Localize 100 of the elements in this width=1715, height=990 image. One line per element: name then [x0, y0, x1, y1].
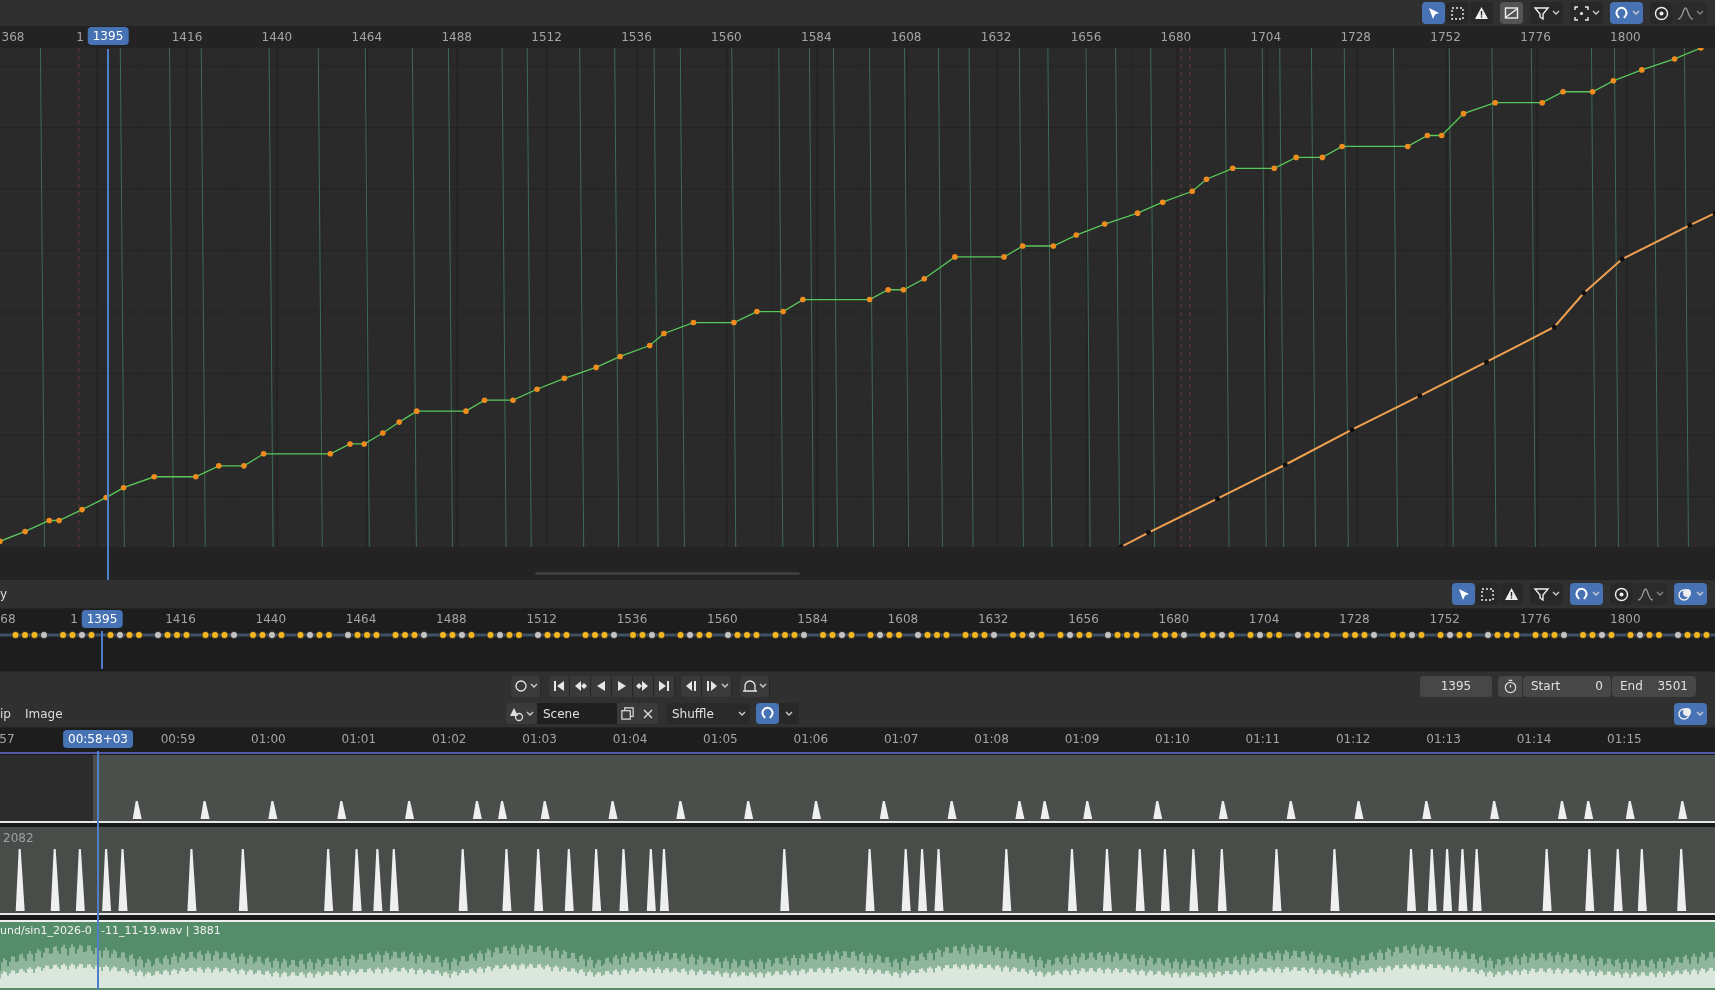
play-button[interactable]	[612, 675, 632, 697]
new-scene-button[interactable]	[617, 703, 638, 724]
ruler-label: 1584	[797, 612, 828, 626]
ruler-label: 1512	[531, 30, 562, 44]
ruler-label: 01:01	[341, 732, 377, 746]
ruler-label: 01:07	[883, 732, 919, 746]
snap-button[interactable]	[1570, 583, 1603, 605]
close-icon	[642, 707, 654, 720]
dropdown-button[interactable]	[779, 703, 799, 724]
overlay-button[interactable]	[1674, 583, 1707, 605]
record-button[interactable]	[511, 675, 540, 697]
menu-item[interactable]: ip	[0, 706, 11, 721]
ruler-label: 01:14	[1516, 732, 1552, 746]
filter-icon	[1533, 4, 1550, 22]
ruler-label: 00:59	[160, 732, 196, 746]
ruler-label: 1560	[711, 30, 742, 44]
ruler-label: 01:08	[974, 732, 1009, 746]
caret-icon	[738, 710, 746, 717]
falloff-button[interactable]	[1674, 2, 1707, 24]
ruler-label: 1728	[1340, 30, 1371, 44]
ruler-label: 1536	[621, 30, 652, 44]
filter-button[interactable]	[1530, 2, 1563, 24]
ruler-label: 01:03	[522, 732, 557, 746]
box-select-icon	[1449, 4, 1466, 22]
stopwatch-button[interactable]	[1498, 675, 1522, 697]
ruler-label: 1632	[980, 30, 1012, 44]
snap-button[interactable]	[756, 703, 779, 724]
record-icon	[513, 678, 529, 694]
dropdown-value: Shuffle	[672, 706, 714, 721]
next-key-button[interactable]	[633, 675, 653, 697]
menu-item[interactable]: Image	[24, 706, 63, 721]
falloff-button[interactable]	[1634, 583, 1667, 605]
pivot-button[interactable]	[1570, 2, 1603, 24]
current-frame-marker[interactable]: 1395	[87, 27, 129, 45]
ruler-label: 1776	[1519, 612, 1551, 626]
close-button[interactable]	[638, 703, 658, 724]
ruler-label: 1728	[1339, 612, 1370, 626]
ruler-label: 57	[0, 732, 15, 746]
ruler-label: 1584	[801, 30, 832, 44]
ruler-label: 01:11	[1245, 732, 1281, 746]
pivot-icon	[1573, 4, 1590, 22]
overlay-icon	[1677, 705, 1694, 722]
scene-browse-button[interactable]	[506, 703, 537, 724]
ruler-label: 1560	[707, 612, 738, 626]
filter-button[interactable]	[1530, 583, 1563, 605]
prev-key-button[interactable]	[570, 675, 590, 697]
ruler-label: 1656	[1070, 30, 1102, 44]
auto-key-button[interactable]	[740, 675, 769, 697]
warning-icon	[1503, 585, 1520, 603]
select-button[interactable]	[1452, 583, 1475, 605]
ruler-label: 1656	[1068, 612, 1099, 626]
ruler-label: 1608	[887, 612, 919, 626]
stopwatch-icon	[1502, 678, 1518, 694]
sequencer-strip[interactable]: und/sin1_2026-0 -11_11-19.wav | 3881	[0, 920, 1715, 990]
ruler-label: 1416	[165, 612, 196, 626]
proportional-button[interactable]	[1610, 583, 1633, 605]
start-frame-field[interactable]: Start 0	[1523, 675, 1611, 697]
next-marker-button[interactable]	[702, 675, 731, 697]
ruler-label: 1464	[351, 30, 383, 44]
ruler-label: 1704	[1248, 612, 1280, 626]
keying-dropdown[interactable]: Shuffle	[666, 703, 750, 724]
caret-icon	[1696, 10, 1704, 16]
warning-button[interactable]	[1500, 583, 1523, 605]
ruler-label: 01:12	[1335, 732, 1371, 746]
normalize-icon	[1503, 4, 1520, 22]
proportional-button[interactable]	[1650, 2, 1673, 24]
warning-button[interactable]	[1470, 2, 1493, 24]
ruler-label: 1536	[616, 612, 648, 626]
box-select-button[interactable]	[1446, 2, 1469, 24]
ruler-label: 01:15	[1607, 732, 1642, 746]
scene-field[interactable]: Scene	[537, 703, 617, 724]
jump-end-button[interactable]	[654, 675, 674, 697]
menu-label[interactable]: y	[0, 587, 8, 601]
snap-button[interactable]	[1610, 2, 1643, 24]
caret-icon	[721, 683, 729, 689]
field-label: Start	[1531, 679, 1561, 693]
normalize-button[interactable]	[1500, 2, 1523, 24]
ruler-label: 1488	[436, 612, 467, 626]
current-frame-marker[interactable]: 1395	[81, 610, 123, 628]
proportional-icon	[1613, 585, 1630, 603]
box-select-icon	[1479, 585, 1496, 603]
field-value: 3501	[1657, 679, 1688, 693]
falloff-icon	[1637, 585, 1654, 603]
jump-end-icon	[656, 678, 672, 694]
jump-start-button[interactable]	[549, 675, 569, 697]
end-frame-field[interactable]: End 3501	[1612, 675, 1696, 697]
caret-icon	[1656, 591, 1664, 597]
caret-icon	[785, 710, 793, 717]
caret-icon	[1592, 10, 1600, 16]
sequencer-strip[interactable]	[0, 755, 1715, 823]
ruler-label: 01:09	[1064, 732, 1100, 746]
overlay-button[interactable]	[1674, 702, 1707, 725]
current-frame-field[interactable]: 1395	[1420, 675, 1492, 697]
play-reverse-button[interactable]	[591, 675, 611, 697]
current-frame-marker[interactable]: 00:58+03	[63, 730, 133, 748]
prev-marker-button[interactable]	[681, 675, 701, 697]
ruler-label: 1416	[171, 30, 203, 44]
select-button[interactable]	[1422, 2, 1445, 24]
caret-icon	[1552, 10, 1560, 16]
box-select-button[interactable]	[1476, 583, 1499, 605]
